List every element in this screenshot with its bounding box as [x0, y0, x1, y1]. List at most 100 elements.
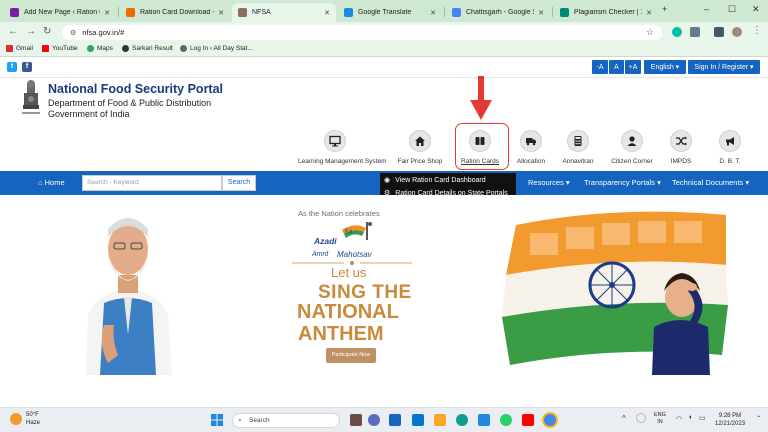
- banner-national: NATIONAL: [297, 301, 399, 323]
- chat-icon[interactable]: [368, 414, 380, 426]
- bookmark-login[interactable]: Log In ‹ All Day Stat...: [180, 45, 253, 52]
- service-icon-nav: Learning Management System Fair Price Sh…: [0, 130, 768, 170]
- taskbar-search-input[interactable]: ⌕ Search: [232, 413, 340, 428]
- taskbar-search-label: Search: [249, 417, 270, 424]
- maximize-icon[interactable]: ☐: [728, 4, 736, 15]
- browser-tab[interactable]: Google Translate ✕: [338, 3, 442, 22]
- tab-favicon-icon: [452, 8, 461, 17]
- wifi-icon[interactable]: ◠: [676, 415, 682, 423]
- browser-tab[interactable]: Add New Page ‹ Ration Ca ✕: [4, 3, 116, 22]
- clock-date: 12/21/2023: [715, 421, 746, 427]
- youtube-icon: [42, 45, 49, 52]
- menu-transparency-portals[interactable]: Transparency Portals ▾: [584, 178, 661, 187]
- monitor-icon: [324, 130, 346, 152]
- font-decrease-button[interactable]: -A: [592, 60, 608, 74]
- store-icon[interactable]: [478, 414, 490, 426]
- dropdown-item-dashboard[interactable]: ◉ View Ration Card Dashboard: [384, 176, 486, 185]
- whatsapp-icon[interactable]: [500, 414, 512, 426]
- system-clock[interactable]: 9:28 PM 12/21/2023: [715, 412, 745, 428]
- signin-register-button[interactable]: Sign In / Register ▾: [688, 60, 760, 74]
- sidepanel-icon[interactable]: [714, 27, 724, 37]
- highlight-arrow-icon: [470, 76, 492, 120]
- banner-mahotsav: Mahotsav: [337, 250, 372, 259]
- nav-label: Fair Price Shop: [397, 158, 443, 165]
- notification-bell-icon[interactable]: ◔: [756, 414, 760, 421]
- bookmark-maps[interactable]: Maps: [87, 45, 113, 52]
- nav-label: Learning Management System: [298, 158, 387, 165]
- browser-tab[interactable]: Chattisgarh - Google Sear ✕: [446, 3, 550, 22]
- reload-icon[interactable]: ↻: [43, 26, 51, 37]
- department-subtitle: Department of Food & Public Distribution: [48, 98, 212, 108]
- youtube-app-icon[interactable]: [522, 414, 534, 426]
- close-icon[interactable]: ✕: [324, 9, 330, 17]
- minimize-icon[interactable]: –: [704, 4, 709, 14]
- edge-icon[interactable]: [456, 414, 468, 426]
- banner-azadi: Azadi: [314, 236, 337, 246]
- tab-title: Plagiarism Checker | 100%: [574, 9, 642, 16]
- font-increase-button[interactable]: +A: [625, 60, 641, 74]
- bookmark-sarkari[interactable]: Sarkari Result: [122, 45, 173, 52]
- government-subtitle: Government of India: [48, 109, 130, 119]
- close-icon[interactable]: ✕: [646, 9, 652, 17]
- word-icon[interactable]: [389, 414, 401, 426]
- browser-tab[interactable]: Ration Card Download - “ ✕: [120, 3, 230, 22]
- bookmark-gmail[interactable]: Gmail: [6, 45, 33, 52]
- task-view-icon[interactable]: [350, 414, 362, 426]
- bookmarks-bar: Gmail YouTube Maps Sarkari Result Log In…: [0, 43, 768, 57]
- tray-app-icon[interactable]: [636, 413, 646, 423]
- extension-icon[interactable]: [672, 27, 682, 37]
- tab-divider: [118, 7, 119, 17]
- close-icon[interactable]: ✕: [104, 9, 110, 17]
- mail-icon[interactable]: [412, 414, 424, 426]
- tab-favicon-icon: [126, 8, 135, 17]
- tricolour-flag-image: [502, 211, 728, 375]
- volume-icon[interactable]: ◖: [688, 414, 692, 421]
- browser-tab-active[interactable]: NFSA ✕: [232, 3, 336, 22]
- menu-dots-icon[interactable]: ⋮: [752, 25, 762, 36]
- browser-tab-strip: Add New Page ‹ Ration Ca ✕ Ration Card D…: [0, 0, 768, 22]
- user-icon: [621, 130, 643, 152]
- start-windows-icon[interactable]: [211, 414, 223, 426]
- site-info-icon[interactable]: ⚙: [70, 29, 76, 37]
- dropdown-label: View Ration Card Dashboard: [395, 176, 486, 184]
- chrome-icon[interactable]: [544, 414, 556, 426]
- participate-now-button[interactable]: Participate Now: [326, 348, 376, 363]
- national-emblem-icon: [22, 80, 40, 114]
- browser-tab[interactable]: Plagiarism Checker | 100% ✕: [554, 3, 658, 22]
- extensions-puzzle-icon[interactable]: [690, 27, 700, 37]
- file-explorer-icon[interactable]: [434, 414, 446, 426]
- back-icon[interactable]: ←: [8, 26, 18, 37]
- weather-icon[interactable]: [10, 413, 22, 425]
- search-input[interactable]: Search - Keyword: [82, 175, 222, 191]
- tab-title: NFSA: [252, 9, 271, 16]
- bookmark-star-icon[interactable]: ☆: [646, 27, 654, 38]
- weather-widget[interactable]: 50°F Haze: [26, 411, 40, 427]
- close-icon[interactable]: ✕: [218, 9, 224, 17]
- forward-icon[interactable]: →: [26, 26, 36, 37]
- facebook-icon[interactable]: f: [22, 62, 32, 72]
- menu-resources[interactable]: Resources ▾: [528, 178, 570, 187]
- nav-dbt[interactable]: D. B. T.: [696, 130, 764, 165]
- font-normal-button[interactable]: A: [609, 60, 624, 74]
- nav-fair-price-shop[interactable]: Fair Price Shop: [386, 130, 454, 165]
- battery-icon[interactable]: ▭: [699, 414, 706, 422]
- search-button[interactable]: Search: [222, 175, 256, 191]
- language-select[interactable]: English ▾: [644, 60, 686, 74]
- tray-chevron-icon[interactable]: ^: [622, 414, 626, 423]
- menu-technical-documents[interactable]: Technical Documents ▾: [672, 178, 749, 187]
- close-icon[interactable]: ✕: [430, 9, 436, 17]
- banner-ka: Ka: [345, 229, 353, 235]
- address-bar[interactable]: ⚙ nfsa.gov.in/# ☆: [62, 25, 662, 40]
- window-close-icon[interactable]: ✕: [752, 4, 760, 15]
- menu-home[interactable]: ⌂ Home: [38, 178, 65, 187]
- tab-favicon-icon: [560, 8, 569, 17]
- new-tab-icon[interactable]: +: [662, 4, 667, 14]
- prime-minister-image: [86, 218, 172, 375]
- close-icon[interactable]: ✕: [538, 9, 544, 17]
- profile-avatar[interactable]: [732, 27, 742, 37]
- bookmark-youtube[interactable]: YouTube: [42, 45, 78, 52]
- globe-icon: [122, 45, 129, 52]
- nav-learning-management[interactable]: Learning Management System: [298, 130, 387, 165]
- language-indicator[interactable]: ENG IN: [654, 412, 666, 426]
- twitter-icon[interactable]: t: [7, 62, 17, 72]
